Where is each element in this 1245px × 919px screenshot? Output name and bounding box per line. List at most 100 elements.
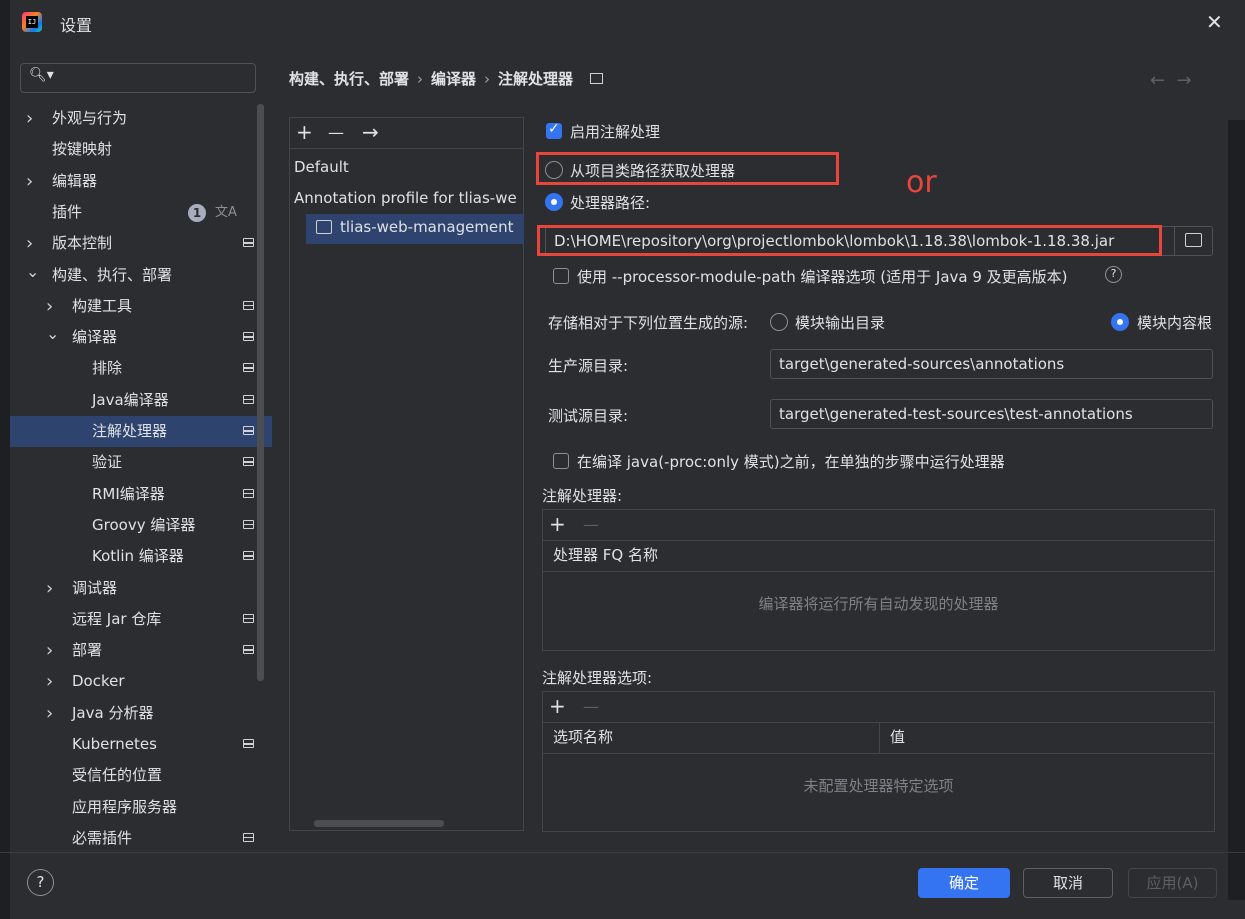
separate-step-label: 在编译 java(-proc:only 模式)之前，在单独的步骤中运行处理器 <box>577 453 1005 471</box>
sidebar-item[interactable]: 远程 Jar 仓库 <box>10 604 272 635</box>
dialog-title: 设置 <box>60 16 93 35</box>
sidebar-item[interactable]: › 版本控制 <box>10 228 272 259</box>
sidebar-item[interactable]: Java编译器 <box>10 385 272 416</box>
profile-item-default[interactable]: Default <box>294 158 349 176</box>
add-option-button[interactable]: + <box>549 694 566 718</box>
sidebar-item[interactable]: 必需插件 <box>10 823 272 854</box>
chevron-right-icon[interactable]: › <box>46 698 53 729</box>
module-content-radio[interactable] <box>1111 313 1129 331</box>
sidebar-item-label: 编辑器 <box>52 171 98 190</box>
sidebar-item[interactable]: 应用程序服务器 <box>10 792 272 823</box>
background-window-edge-left <box>0 0 10 919</box>
store-relative-label: 存储相对于下列位置生成的源: <box>548 314 749 332</box>
module-name: tlias-web-management <box>340 218 514 236</box>
sidebar-item-label: Java 分析器 <box>72 703 154 722</box>
project-scope-icon <box>243 739 254 748</box>
chevron-right-icon[interactable]: › <box>46 635 53 666</box>
sidebar-item-label: 排除 <box>92 359 123 378</box>
background-window-edge-right <box>1228 120 1245 900</box>
sidebar-item[interactable]: › 编辑器 <box>10 166 272 197</box>
sidebar-item[interactable]: RMI编译器 <box>10 479 272 510</box>
chevron-down-icon[interactable]: ⌄ <box>26 256 39 287</box>
sidebar-item[interactable]: Groovy 编译器 <box>10 510 272 541</box>
separate-step-checkbox[interactable] <box>553 453 569 469</box>
option-name-column[interactable]: 选项名称 <box>553 722 613 753</box>
sidebar-item-label: Kotlin 编译器 <box>92 547 184 566</box>
move-profile-button[interactable]: → <box>362 120 379 144</box>
sidebar-item[interactable]: 排除 <box>10 353 272 384</box>
sidebar-item[interactable]: 验证 <box>10 447 272 478</box>
sidebar-item[interactable]: › Java 分析器 <box>10 698 272 729</box>
translate-icon: 文A <box>215 204 237 220</box>
breadcrumb-current: 注解处理器 <box>498 70 574 88</box>
sidebar-item[interactable]: 插件 1 文A <box>10 197 272 228</box>
sidebar-scrollbar[interactable] <box>257 104 264 681</box>
chevron-down-icon[interactable]: ⌄ <box>46 318 59 349</box>
add-profile-button[interactable]: + <box>296 120 313 144</box>
module-folder-icon <box>316 220 332 234</box>
sidebar-item[interactable]: 按键映射 <box>10 134 272 165</box>
module-path-label: 使用 --processor-module-path 编译器选项 (适用于 Ja… <box>577 268 1068 286</box>
options-table-header: 选项名称 值 <box>543 722 1214 754</box>
chevron-right-icon[interactable]: › <box>26 103 33 134</box>
module-path-checkbox[interactable] <box>553 268 569 284</box>
options-table: + — 选项名称 值 未配置处理器特定选项 <box>542 691 1215 832</box>
chevron-right-icon[interactable]: › <box>26 166 33 197</box>
project-scope-icon <box>243 488 254 498</box>
help-question-icon[interactable]: ? <box>1105 266 1122 283</box>
profiles-hscrollbar[interactable] <box>314 820 444 827</box>
test-dir-field[interactable]: target\generated-test-sources\test-annot… <box>770 399 1213 429</box>
enable-annotation-checkbox[interactable] <box>546 121 562 139</box>
breadcrumb-separator: › <box>417 70 424 88</box>
sidebar-item-label: RMI编译器 <box>92 484 165 503</box>
option-value-column[interactable]: 值 <box>890 722 905 753</box>
update-count-badge: 1 <box>188 203 206 222</box>
settings-tree[interactable]: › 外观与行为 按键映射 › 编辑器 插件 1 文A › 版本控制 ⌄ 构建、执行、部署 › 构建工具 ⌄ 编… <box>10 103 272 853</box>
sidebar-item[interactable]: › 调试器 <box>10 573 272 604</box>
processor-fq-name-column[interactable]: 处理器 FQ 名称 <box>553 540 658 571</box>
back-arrow-icon[interactable]: ← <box>1150 70 1165 91</box>
test-dir-value: target\generated-test-sources\test-annot… <box>779 405 1133 423</box>
sidebar-item[interactable]: › Docker <box>10 666 272 697</box>
sidebar-item[interactable]: › 部署 <box>10 635 272 666</box>
module-output-radio[interactable] <box>770 313 788 331</box>
breadcrumb-item[interactable]: 编译器 <box>431 70 476 88</box>
sidebar-item[interactable]: Kotlin 编译器 <box>10 541 272 572</box>
production-dir-field[interactable]: target\generated-sources\annotations <box>770 349 1213 379</box>
sidebar-item[interactable]: ⌄ 构建、执行、部署 <box>10 260 272 291</box>
sidebar-item-label: 远程 Jar 仓库 <box>72 609 162 628</box>
add-processor-button[interactable]: + <box>549 512 566 536</box>
sidebar-item[interactable]: Kubernetes <box>10 729 272 760</box>
project-scope-icon <box>243 300 254 310</box>
options-toolbar: + — <box>543 692 1214 723</box>
chevron-right-icon[interactable]: › <box>46 666 53 697</box>
project-scope-icon <box>243 238 254 248</box>
project-scope-icon <box>243 519 254 529</box>
sidebar-item-label: 验证 <box>92 453 123 472</box>
sidebar-item[interactable]: 受信任的位置 <box>10 760 272 791</box>
cancel-button[interactable]: 取消 <box>1023 868 1113 898</box>
breadcrumb-separator: › <box>484 70 491 88</box>
breadcrumb-item[interactable]: 构建、执行、部署 <box>289 70 409 88</box>
sidebar-item[interactable]: ⌄ 编译器 <box>10 322 272 353</box>
enable-annotation-label: 启用注解处理 <box>570 123 661 141</box>
project-scope-icon <box>243 551 254 561</box>
module-item-selected[interactable]: tlias-web-management <box>306 214 524 244</box>
chevron-right-icon[interactable]: › <box>46 573 53 604</box>
search-input[interactable]: 🔍︎▾ <box>20 63 256 93</box>
production-dir-label: 生产源目录: <box>548 357 629 375</box>
close-icon[interactable]: ✕ <box>1206 10 1223 34</box>
help-button[interactable]: ? <box>27 869 54 896</box>
sidebar-item-label: 受信任的位置 <box>72 766 163 785</box>
browse-folder-icon[interactable] <box>1185 233 1202 247</box>
apply-button[interactable]: 应用(A) <box>1128 868 1217 898</box>
highlight-box-processor-path <box>537 225 1162 256</box>
processor-path-radio[interactable] <box>545 193 563 211</box>
remove-profile-button[interactable]: — <box>328 123 344 142</box>
ok-button[interactable]: 确定 <box>918 868 1010 898</box>
sidebar-item-label: Groovy 编译器 <box>92 515 196 534</box>
sidebar-item[interactable]: › 外观与行为 <box>10 103 272 134</box>
profile-item-annotation[interactable]: Annotation profile for tlias-we <box>294 189 523 207</box>
sidebar-item[interactable]: 注解处理器 <box>10 416 272 447</box>
forward-arrow-icon[interactable]: → <box>1177 70 1192 91</box>
